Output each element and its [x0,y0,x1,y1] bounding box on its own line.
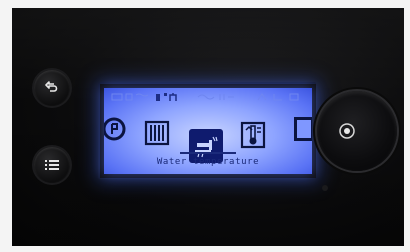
list-icon [45,160,59,170]
knob-dot-icon [339,123,355,139]
radiator-icon [144,120,170,146]
back-button[interactable] [34,70,70,106]
thermometer-icon [240,121,266,149]
back-arrow-icon [45,81,58,92]
screw-hole [322,185,328,191]
status-tap-icons [156,93,177,101]
menu-item-label: Water temperature [156,157,260,167]
book-icon [294,117,312,141]
rotary-knob[interactable] [317,91,397,171]
lcd-display: Water temperature [104,88,312,174]
status-bar [104,88,312,106]
status-faint-icons [111,93,149,101]
menu-button[interactable] [34,147,70,183]
status-right-icons [257,93,299,101]
status-temperature-icons [197,94,234,100]
circulation-icon [104,117,126,141]
